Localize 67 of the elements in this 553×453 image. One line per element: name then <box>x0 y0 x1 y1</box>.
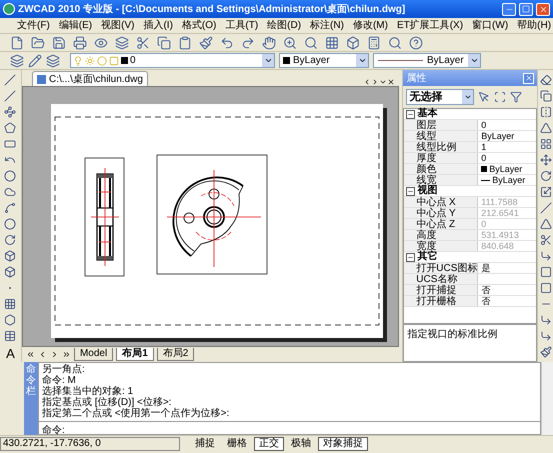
property-value[interactable]: 否 <box>478 285 536 295</box>
command-history-line: 另一角点: <box>42 364 86 375</box>
menu-item[interactable]: 帮助(H) <box>517 18 552 33</box>
property-label: 打开UCS图标 <box>404 263 478 273</box>
linetype-dropdown[interactable]: ByLayer <box>373 53 481 68</box>
property-value[interactable]: 是 <box>478 263 536 273</box>
property-label: 颜色 <box>404 164 478 174</box>
property-label: 打开栅格 <box>404 296 478 306</box>
property-value[interactable]: 1 <box>478 142 536 152</box>
property-label: 中心点 Z <box>404 219 478 229</box>
menu-item[interactable]: 插入(I) <box>143 18 173 33</box>
command-history-line: 命令: M <box>42 375 76 386</box>
panel-title: 属性 <box>406 72 428 86</box>
menu-item[interactable]: 绘图(D) <box>267 18 302 33</box>
status-toggle[interactable]: 极轴 <box>286 437 316 451</box>
help-text: 指定视口的标准比例 <box>403 324 538 362</box>
command-bar-label: 命令栏 <box>24 362 38 435</box>
property-label: 高度 <box>404 230 478 240</box>
property-label: 打开捕捉 <box>404 285 478 295</box>
property-label: 宽度 <box>404 241 478 251</box>
property-value[interactable]: ByLayer <box>478 131 536 141</box>
category-label: 基本 <box>417 109 438 119</box>
status-toggle[interactable]: 对象捕捉 <box>318 437 368 451</box>
property-value[interactable]: 否 <box>478 296 536 306</box>
category-label: 其它 <box>417 252 438 262</box>
layer-name: 0 <box>130 54 137 68</box>
menu-item[interactable]: 格式(O) <box>182 18 216 33</box>
color-value: ByLayer <box>293 54 331 68</box>
menu-item[interactable]: 工具(T) <box>225 18 258 33</box>
document-tab[interactable]: C:\...\桌面\chilun.dwg <box>32 71 148 86</box>
menu-item[interactable]: 标注(N) <box>310 18 344 33</box>
property-value[interactable]: ByLayer <box>478 164 536 174</box>
menu-item[interactable]: 文件(F) <box>17 18 50 33</box>
selection-dropdown[interactable]: 无选择 <box>406 89 474 105</box>
color-dropdown[interactable]: ByLayer <box>279 53 369 68</box>
layout-tab[interactable]: 布局1 <box>116 348 154 361</box>
property-value[interactable]: 0 <box>478 153 536 163</box>
command-history-line: 选择集当中的对象: 1 <box>42 386 134 397</box>
command-history-line: 指定第二个点或 <使用第一个点作为位移>: <box>42 408 230 419</box>
status-toggle[interactable]: 捕捉 <box>190 437 220 451</box>
property-label: 线型 <box>404 131 478 141</box>
menu-item[interactable]: 修改(M) <box>352 18 388 33</box>
layer-dropdown[interactable]: 0 <box>70 53 275 68</box>
property-value[interactable]: 0 <box>478 120 536 130</box>
layout-tab[interactable]: Model <box>74 348 114 361</box>
command-prompt[interactable]: 命令: <box>42 425 65 436</box>
linetype-value: ByLayer <box>427 54 464 68</box>
menu-item[interactable]: 视图(V) <box>101 18 134 33</box>
property-label: UCS名称 <box>404 274 478 284</box>
status-toggle[interactable]: 栅格 <box>222 437 252 451</box>
status-toggle[interactable]: 正交 <box>254 437 284 451</box>
property-label: 厚度 <box>404 153 478 163</box>
menu-item[interactable]: 窗口(W) <box>472 18 508 33</box>
property-label: 线型比例 <box>404 142 478 152</box>
text-tool[interactable]: A <box>6 344 15 364</box>
property-label: 中心点 Y <box>404 208 478 218</box>
property-label: 中心点 X <box>404 197 478 207</box>
menu-item[interactable]: 编辑(E) <box>58 18 92 33</box>
layout-tab[interactable]: 布局2 <box>156 348 194 361</box>
property-label: 线宽 <box>404 175 478 185</box>
coordinates-display: 430.2721, -17.7636, 0 <box>0 437 180 451</box>
menu-item[interactable]: ET扩展工具(X) <box>396 18 464 33</box>
command-history-line: 指定基点或 [位移(D)] <位移>: <box>42 397 172 408</box>
property-value[interactable]: ByLayer <box>478 175 536 185</box>
property-label: 图层 <box>404 120 478 130</box>
category-label: 视图 <box>417 186 438 196</box>
window-title: ZWCAD 2010 专业版 - [C:\Documents and Settings\Administrator\桌面\chilun.dwg] <box>18 2 406 16</box>
